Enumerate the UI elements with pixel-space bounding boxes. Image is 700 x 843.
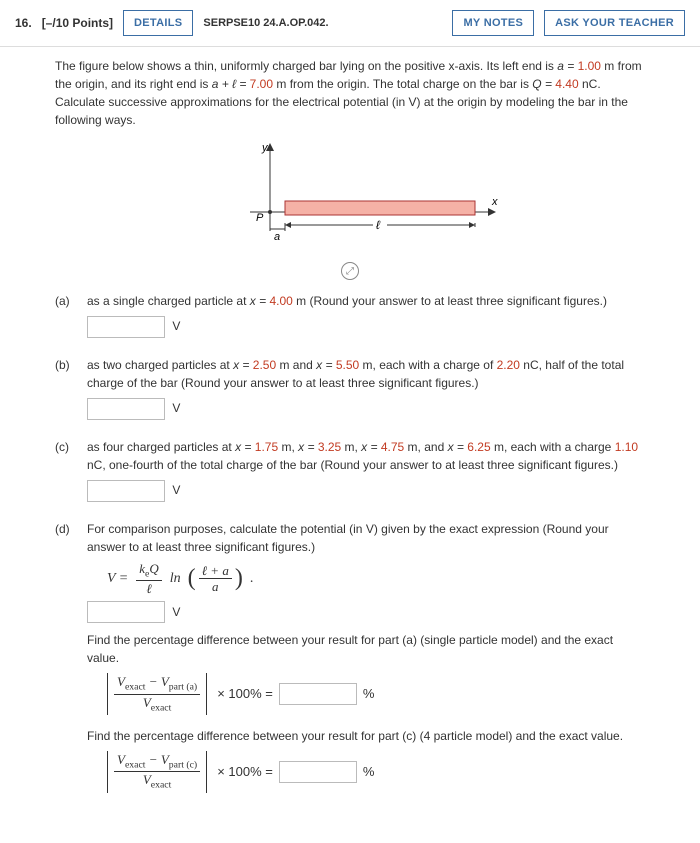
axis-x-label: x: [491, 196, 498, 208]
part-a: (a) as a single charged particle at x = …: [55, 292, 645, 338]
diff-c-input[interactable]: [279, 761, 357, 783]
part-c-label: (c): [55, 438, 77, 502]
answer-b-input[interactable]: [87, 398, 165, 420]
answer-b-unit: V: [172, 401, 180, 415]
part-b-label: (b): [55, 356, 77, 420]
enlarge-icon[interactable]: ⤢: [341, 262, 359, 280]
exact-formula: V = keQ ℓ ln ( ℓ + a a ) .: [107, 562, 645, 595]
answer-a-unit: V: [172, 319, 180, 333]
answer-c-input[interactable]: [87, 480, 165, 502]
part-d: (d) For comparison purposes, calculate t…: [55, 520, 645, 805]
diff-c-row: Vexact − Vpart (c) Vexact × 100% = %: [107, 751, 645, 793]
part-a-label: (a): [55, 292, 77, 338]
answer-a-input[interactable]: [87, 316, 165, 338]
l-label: ℓ: [376, 218, 381, 232]
my-notes-button[interactable]: MY NOTES: [452, 10, 534, 36]
answer-d-input[interactable]: [87, 601, 165, 623]
part-c: (c) as four charged particles at x = 1.7…: [55, 438, 645, 502]
part-b: (b) as two charged particles at x = 2.50…: [55, 356, 645, 420]
points-label: [–/10 Points]: [42, 16, 113, 30]
question-header: 16. [–/10 Points] DETAILS SERPSE10 24.A.…: [0, 0, 700, 47]
a-label: a: [274, 231, 280, 243]
ask-teacher-button[interactable]: ASK YOUR TEACHER: [544, 10, 685, 36]
question-number: 16.: [15, 16, 32, 30]
part-d-label: (d): [55, 520, 77, 805]
intro-text: The figure below shows a thin, uniformly…: [55, 57, 645, 129]
diff-c-text: Find the percentage difference between y…: [87, 727, 645, 745]
source-code: SERPSE10 24.A.OP.042.: [203, 17, 328, 29]
diff-a-row: Vexact − Vpart (a) Vexact × 100% = %: [107, 673, 645, 715]
details-button[interactable]: DETAILS: [123, 10, 193, 36]
diff-a-input[interactable]: [279, 683, 357, 705]
answer-d-unit: V: [172, 605, 180, 619]
figure: y x P a ℓ: [55, 137, 645, 260]
origin-label: P: [256, 212, 264, 224]
diff-a-text: Find the percentage difference between y…: [87, 631, 645, 667]
question-body: The figure below shows a thin, uniformly…: [0, 47, 700, 843]
answer-c-unit: V: [172, 483, 180, 497]
